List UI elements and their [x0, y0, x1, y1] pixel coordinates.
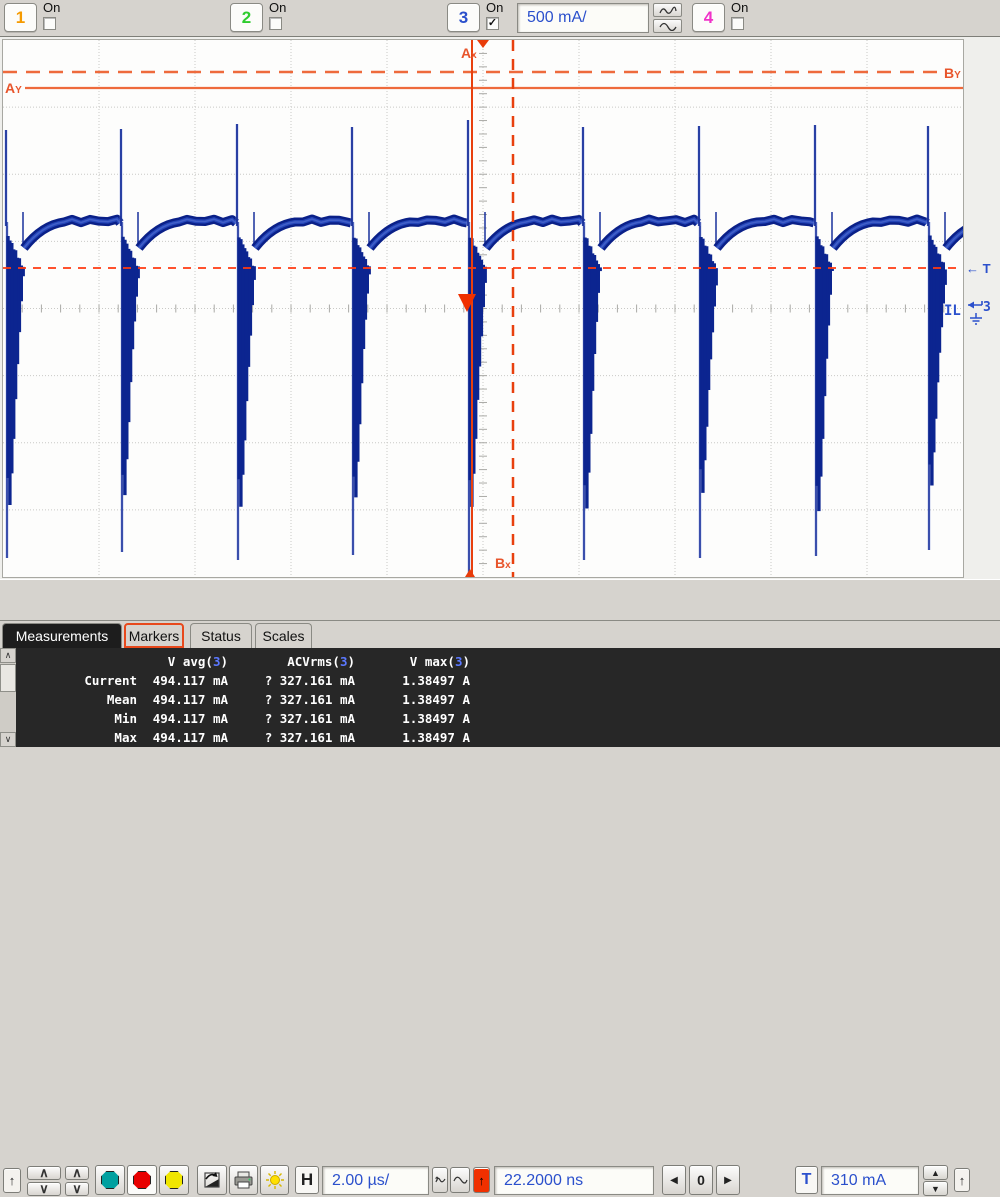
horizontal-menu-button[interactable]: H [295, 1166, 319, 1194]
trigger-level-up-button[interactable]: ▲ [923, 1165, 948, 1180]
trigger-arrow-icon: ← [966, 261, 979, 276]
trigger-level-down-button[interactable]: ▼ [923, 1181, 948, 1196]
channel-4-on-label: On [731, 0, 748, 15]
channel-1-group: 1 On [4, 0, 74, 37]
single-button[interactable] [159, 1165, 189, 1195]
scroll-up-button[interactable]: ∧ [0, 648, 16, 663]
tab-status[interactable]: Status [190, 623, 252, 648]
clear-display-icon [202, 1170, 222, 1190]
clear-display-button[interactable] [197, 1165, 227, 1195]
stop-icon [133, 1171, 151, 1189]
channel-1-on-checkbox[interactable] [43, 17, 56, 30]
trigger-up-button[interactable]: ↑ [954, 1168, 970, 1192]
measurements-table: V avg(3) ACVrms(3) V max(3) Current 494.… [16, 652, 576, 747]
pan-up-button[interactable]: ↑ [3, 1168, 21, 1193]
waveform-plot: Ax Bx AY BY IL [3, 40, 963, 577]
channel-3-ground-marker[interactable]: 3 [966, 299, 994, 334]
channel-2-on-label: On [269, 0, 286, 15]
tab-scales[interactable]: Scales [255, 623, 312, 648]
trigger-level-indicator[interactable]: ← T [966, 262, 991, 275]
printer-icon [233, 1171, 254, 1189]
channel-il-label: IL [944, 305, 961, 318]
scope-screen: Ax Bx AY BY IL ← T 3 [0, 37, 1000, 579]
measurement-row-current: Current 494.117 mA ? 327.161 mA 1.38497 … [16, 671, 576, 690]
scale-up-wave-icon[interactable] [653, 3, 682, 17]
horizontal-toolbar: ↑ ∧ ∨ ∧ ∨ H 2.00 µs/ [0, 579, 1000, 621]
measurements-panel: ∧ ∨ V avg(3) ACVrms(3) V max(3) Current … [0, 648, 1000, 747]
delay-zero-button[interactable]: 0 [689, 1165, 713, 1195]
svg-text:3: 3 [983, 300, 991, 315]
trigger-menu-button[interactable]: T [795, 1166, 818, 1194]
channel-3-group: 3 On ✓ [447, 0, 517, 37]
run-button[interactable] [95, 1165, 125, 1195]
timebase-field[interactable]: 2.00 µs/ [322, 1166, 429, 1195]
channel-3-on-checkbox[interactable]: ✓ [486, 17, 499, 30]
timebase-zoom-in-icon[interactable] [450, 1167, 470, 1193]
bottom-tabbar: Measurements Markers Status Scales [0, 621, 1000, 648]
scale-down-wave-icon[interactable] [653, 19, 682, 33]
delay-right-button[interactable]: ▶ [716, 1165, 740, 1195]
channel-bar: 1 On 2 On 3 On ✓ 500 mA/ 4 On [0, 0, 1000, 37]
channel-4-group: 4 On [692, 0, 762, 37]
measurement-row-max: Max 494.117 mA ? 327.161 mA 1.38497 A [16, 728, 576, 747]
channel-1-button[interactable]: 1 [4, 3, 37, 32]
sun-icon [265, 1170, 285, 1190]
print-button[interactable] [229, 1165, 258, 1195]
channel-4-button[interactable]: 4 [692, 3, 725, 32]
vertical-scale-up-button[interactable]: ∧ [27, 1166, 61, 1180]
channel-3-on-label: On [486, 0, 503, 15]
marker-by-label[interactable]: BY [944, 67, 961, 82]
measurement-row-min: Min 494.117 mA ? 327.161 mA 1.38497 A [16, 709, 576, 728]
channel-3-scale-buttons [653, 3, 682, 33]
offset-up-button[interactable]: ∧ [65, 1166, 89, 1180]
trigger-level-field[interactable]: 310 mA [821, 1166, 919, 1195]
channel-2-on-checkbox[interactable] [269, 17, 282, 30]
measurement-row-mean: Mean 494.117 mA ? 327.161 mA 1.38497 A [16, 690, 576, 709]
waveform-svg [3, 40, 963, 577]
trigger-delay-field[interactable]: 22.2000 ns [494, 1166, 654, 1195]
run-icon [101, 1171, 119, 1189]
timebase-zoom-out-icon[interactable] [432, 1167, 448, 1193]
vertical-scale-down-button[interactable]: ∨ [27, 1182, 61, 1196]
channel-3-scale-field[interactable]: 500 mA/ [517, 3, 649, 33]
marker-bx-label[interactable]: Bx [495, 557, 511, 572]
measurements-header-row: V avg(3) ACVrms(3) V max(3) [16, 652, 576, 671]
brightness-button[interactable] [260, 1165, 289, 1195]
tab-measurements[interactable]: Measurements [2, 623, 122, 648]
marker-ay-label[interactable]: AY [5, 82, 22, 97]
marker-ax-label[interactable]: Ax [461, 47, 477, 62]
channel-2-group: 2 On [230, 0, 300, 37]
delay-left-button[interactable]: ◀ [662, 1165, 686, 1195]
offset-down-button[interactable]: ∨ [65, 1182, 89, 1196]
channel-2-button[interactable]: 2 [230, 3, 263, 32]
scroll-down-button[interactable]: ∨ [0, 732, 16, 747]
tab-markers[interactable]: Markers [124, 623, 184, 648]
scroll-thumb[interactable] [0, 664, 16, 692]
channel-1-on-label: On [43, 0, 60, 15]
stop-button[interactable] [127, 1165, 157, 1195]
trigger-slope-button[interactable]: ↑ [473, 1167, 490, 1193]
channel-3-button[interactable]: 3 [447, 3, 480, 32]
single-icon [165, 1171, 183, 1189]
measurements-scrollbar[interactable]: ∧ ∨ [0, 648, 16, 747]
channel-4-on-checkbox[interactable] [731, 17, 744, 30]
